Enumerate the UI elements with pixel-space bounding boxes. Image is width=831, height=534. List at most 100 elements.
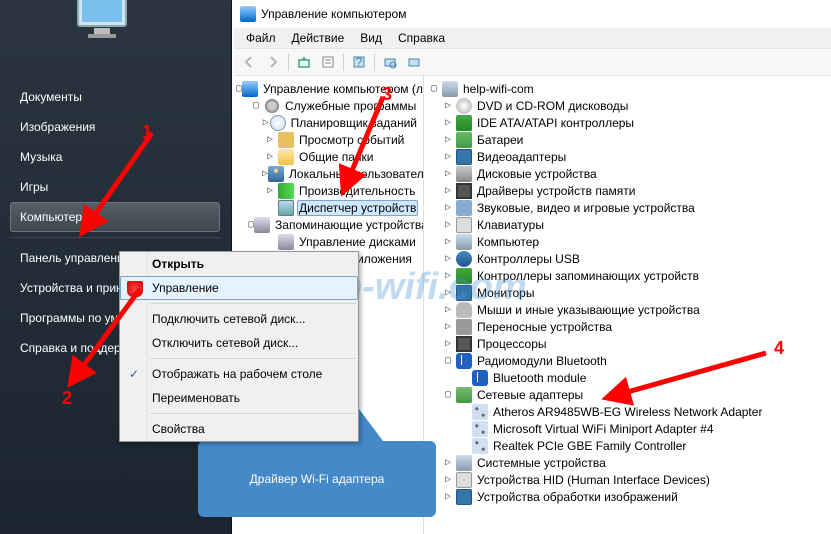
expand-icon[interactable]: ▷ bbox=[440, 253, 456, 264]
device-atheros[interactable]: Atheros AR9485WB-EG Wireless Network Ada… bbox=[424, 403, 831, 420]
device-storage-ctrl[interactable]: ▷Контроллеры запоминающих устройств bbox=[424, 267, 831, 284]
expand-icon[interactable]: ▷ bbox=[440, 185, 456, 196]
menu-help[interactable]: Справка bbox=[390, 29, 453, 47]
start-item-images[interactable]: Изображения bbox=[10, 112, 220, 142]
ctx-manage[interactable]: Управление bbox=[120, 276, 358, 300]
tree-shared-folders[interactable]: ▷Общие папки bbox=[234, 148, 423, 165]
menu-action[interactable]: Действие bbox=[284, 29, 353, 47]
device-ms-virtual-wifi[interactable]: Microsoft Virtual WiFi Miniport Adapter … bbox=[424, 420, 831, 437]
controller-icon bbox=[456, 115, 472, 131]
device-battery[interactable]: ▷Батареи bbox=[424, 131, 831, 148]
menu-file[interactable]: Файл bbox=[238, 29, 284, 47]
svg-text:?: ? bbox=[356, 55, 363, 69]
start-item-computer[interactable]: Компьютер bbox=[10, 202, 220, 232]
ctx-show-desktop[interactable]: ✓Отображать на рабочем столе bbox=[120, 362, 358, 386]
forward-button[interactable] bbox=[262, 51, 284, 73]
usb-icon bbox=[456, 251, 472, 267]
properties-button[interactable] bbox=[317, 51, 339, 73]
expand-icon[interactable]: ▷ bbox=[440, 304, 456, 315]
device-disks[interactable]: ▷Дисковые устройства bbox=[424, 165, 831, 182]
ctx-properties[interactable]: Свойства bbox=[120, 417, 358, 441]
expand-icon[interactable]: ▷ bbox=[440, 117, 456, 128]
tree-storage[interactable]: ▢Запоминающие устройства bbox=[234, 216, 423, 233]
back-button[interactable] bbox=[238, 51, 260, 73]
device-computer[interactable]: ▷Компьютер bbox=[424, 233, 831, 250]
expand-icon[interactable]: ▷ bbox=[440, 202, 456, 213]
tree-root[interactable]: ▢Управление компьютером (локальным) bbox=[234, 80, 423, 97]
tree-device-manager[interactable]: Диспетчер устройств bbox=[234, 199, 423, 216]
device-bt-module[interactable]: Bluetooth module bbox=[424, 369, 831, 386]
start-item-games[interactable]: Игры bbox=[10, 172, 220, 202]
up-button[interactable] bbox=[293, 51, 315, 73]
expand-icon[interactable]: ▷ bbox=[440, 100, 456, 111]
expand-icon[interactable]: ▷ bbox=[440, 491, 456, 502]
ctx-unmap-drive[interactable]: Отключить сетевой диск... bbox=[120, 331, 358, 355]
device-bluetooth[interactable]: ▢Радиомодули Bluetooth bbox=[424, 352, 831, 369]
separator bbox=[343, 53, 344, 71]
device-network-adapters[interactable]: ▢Сетевые адаптеры bbox=[424, 386, 831, 403]
computer-picture-icon bbox=[72, 0, 132, 40]
menu-view[interactable]: Вид bbox=[352, 29, 390, 47]
system-icon bbox=[456, 455, 472, 471]
device-audio[interactable]: ▷Звуковые, видео и игровые устройства bbox=[424, 199, 831, 216]
toolbar: ? bbox=[234, 48, 831, 76]
expand-icon[interactable]: ▷ bbox=[440, 270, 456, 281]
start-item-documents[interactable]: Документы bbox=[10, 82, 220, 112]
tree-task-scheduler[interactable]: ▷Планировщик заданий bbox=[234, 114, 423, 131]
device-imaging[interactable]: ▷Устройства обработки изображений bbox=[424, 488, 831, 505]
monitor-icon bbox=[456, 285, 472, 301]
device-dvd[interactable]: ▷DVD и CD-ROM дисководы bbox=[424, 97, 831, 114]
device-memory-drivers[interactable]: ▷Драйверы устройств памяти bbox=[424, 182, 831, 199]
expand-icon[interactable]: ▷ bbox=[440, 168, 456, 179]
disk-icon bbox=[278, 234, 294, 250]
device-realtek[interactable]: Realtek PCIe GBE Family Controller bbox=[424, 437, 831, 454]
collapse-icon[interactable]: ▢ bbox=[440, 389, 456, 400]
device-monitors[interactable]: ▷Мониторы bbox=[424, 284, 831, 301]
separator bbox=[150, 303, 356, 304]
computer-icon bbox=[456, 234, 472, 250]
expand-icon[interactable]: ▷ bbox=[440, 474, 456, 485]
collapse-icon[interactable]: ▢ bbox=[440, 355, 456, 366]
expand-icon[interactable]: ▷ bbox=[440, 338, 456, 349]
collapse-icon[interactable]: ▢ bbox=[248, 100, 264, 111]
separator bbox=[150, 358, 356, 359]
clock-icon bbox=[270, 115, 286, 131]
device-usb[interactable]: ▷Контроллеры USB bbox=[424, 250, 831, 267]
expand-icon[interactable]: ▷ bbox=[440, 287, 456, 298]
tree-performance[interactable]: ▷Производительность bbox=[234, 182, 423, 199]
device-hid[interactable]: ▷Устройства HID (Human Interface Devices… bbox=[424, 471, 831, 488]
device-portable[interactable]: ▷Переносные устройства bbox=[424, 318, 831, 335]
expand-icon[interactable]: ▷ bbox=[440, 236, 456, 247]
device-mice[interactable]: ▷Мыши и иные указывающие устройства bbox=[424, 301, 831, 318]
tree-local-users[interactable]: ▷Локальные пользователи bbox=[234, 165, 423, 182]
device-processors[interactable]: ▷Процессоры bbox=[424, 335, 831, 352]
device-ide[interactable]: ▷IDE ATA/ATAPI контроллеры bbox=[424, 114, 831, 131]
expand-icon[interactable]: ▷ bbox=[262, 185, 278, 196]
shield-icon bbox=[127, 281, 143, 297]
help-button[interactable]: ? bbox=[348, 51, 370, 73]
expand-icon[interactable]: ▷ bbox=[440, 321, 456, 332]
device-keyboards[interactable]: ▷Клавиатуры bbox=[424, 216, 831, 233]
tree-system-tools[interactable]: ▢Служебные программы bbox=[234, 97, 423, 114]
collapse-icon[interactable]: ▢ bbox=[426, 83, 442, 94]
expand-icon[interactable]: ▷ bbox=[262, 134, 278, 145]
expand-icon[interactable]: ▷ bbox=[262, 151, 278, 162]
expand-icon[interactable]: ▷ bbox=[440, 134, 456, 145]
ctx-map-drive[interactable]: Подключить сетевой диск... bbox=[120, 307, 358, 331]
users-icon bbox=[268, 166, 284, 182]
ctx-rename[interactable]: Переименовать bbox=[120, 386, 358, 410]
refresh-button[interactable] bbox=[403, 51, 425, 73]
scan-button[interactable] bbox=[379, 51, 401, 73]
device-video[interactable]: ▷Видеоадаптеры bbox=[424, 148, 831, 165]
event-icon bbox=[278, 132, 294, 148]
expand-icon[interactable]: ▷ bbox=[262, 117, 270, 128]
tree-event-viewer[interactable]: ▷Просмотр событий bbox=[234, 131, 423, 148]
expand-icon[interactable]: ▷ bbox=[440, 219, 456, 230]
start-item-music[interactable]: Музыка bbox=[10, 142, 220, 172]
ctx-open[interactable]: Открыть bbox=[120, 252, 358, 276]
expand-icon[interactable]: ▷ bbox=[440, 457, 456, 468]
device-system[interactable]: ▷Системные устройства bbox=[424, 454, 831, 471]
device-host[interactable]: ▢help-wifi-com bbox=[424, 80, 831, 97]
tree-disk-management[interactable]: Управление дисками bbox=[234, 233, 423, 250]
expand-icon[interactable]: ▷ bbox=[440, 151, 456, 162]
